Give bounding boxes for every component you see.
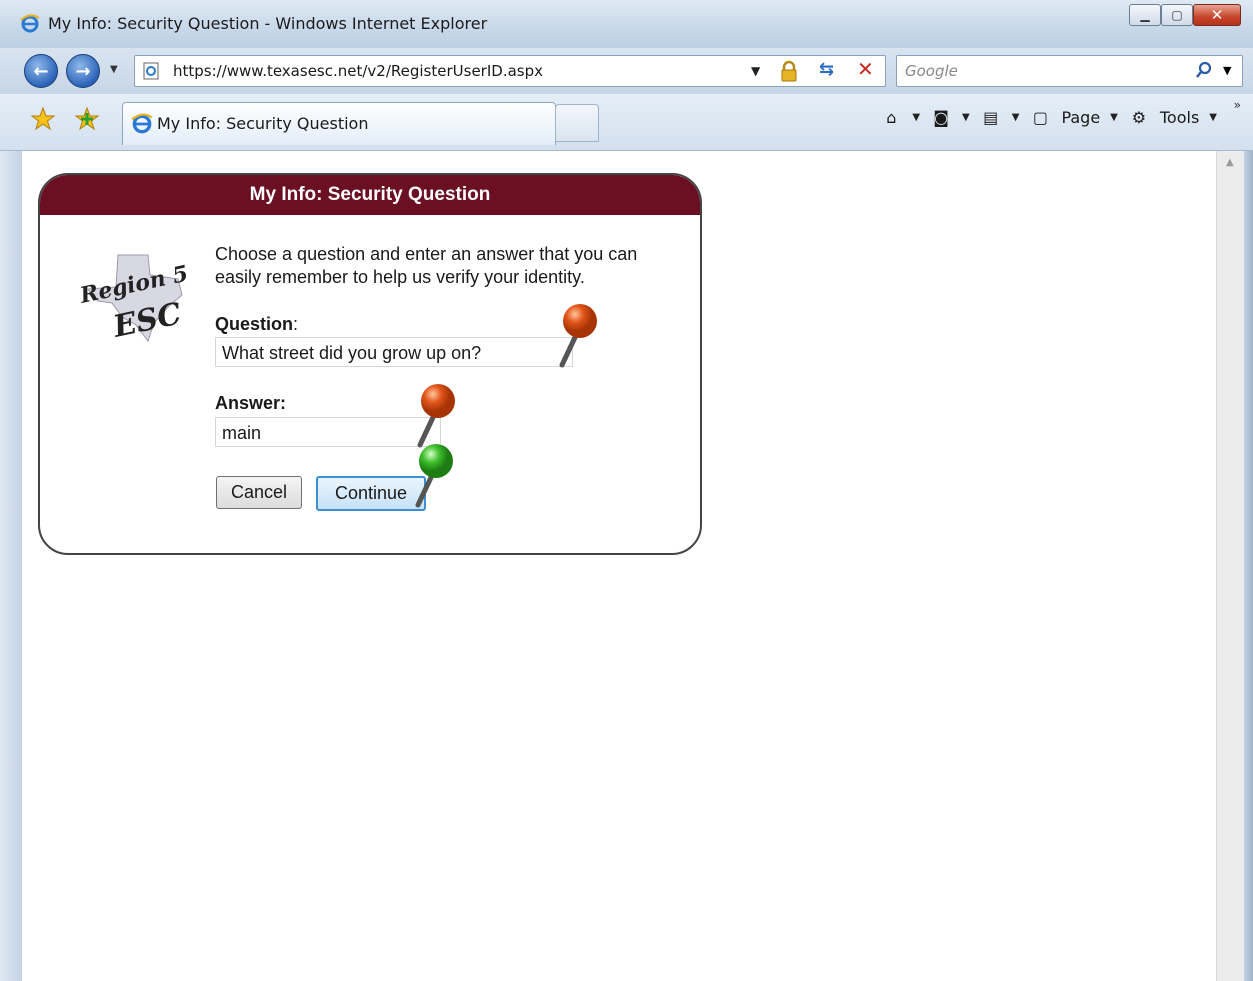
vertical-scrollbar[interactable]: ▲: [1216, 151, 1245, 981]
question-select[interactable]: What street did you grow up on?: [215, 337, 573, 367]
page-icon: [143, 62, 159, 80]
close-icon[interactable]: ✕: [1193, 4, 1241, 26]
region5-esc-logo: Region 5 ESC: [78, 254, 191, 345]
answer-label: Answer:: [215, 393, 287, 413]
feeds-icon[interactable]: ◙: [930, 106, 952, 128]
ie-icon: [131, 113, 153, 134]
scroll-up-icon[interactable]: ▲: [1226, 157, 1234, 168]
intro-text: Choose a question and enter an answer th…: [215, 244, 638, 287]
orange-pin-icon: [559, 304, 597, 368]
tools-menu[interactable]: Tools: [1160, 108, 1199, 127]
search-box[interactable]: Google ▼: [896, 55, 1243, 87]
lock-icon[interactable]: [778, 60, 800, 82]
home-dropdown-icon[interactable]: ▼: [912, 112, 920, 123]
page-dropdown-icon[interactable]: ▼: [1110, 112, 1118, 123]
cancel-button[interactable]: Cancel: [216, 476, 302, 509]
maximize-icon[interactable]: ▢: [1161, 4, 1193, 26]
page-menu-icon: ▢: [1032, 107, 1048, 127]
new-tab-button[interactable]: [555, 104, 599, 142]
print-icon[interactable]: ▤: [980, 106, 1002, 128]
question-label: Question: [215, 314, 294, 334]
green-pin-icon: [415, 444, 453, 508]
print-dropdown-icon[interactable]: ▼: [1012, 112, 1020, 123]
card-title: My Info: Security Question: [40, 175, 700, 215]
page-menu[interactable]: Page: [1061, 108, 1100, 127]
search-icon[interactable]: [1195, 61, 1213, 79]
window-title: My Info: Security Question - Windows Int…: [48, 14, 488, 33]
window-controls: ▁ ▢ ✕: [1129, 4, 1241, 26]
ie-icon: [20, 14, 40, 33]
tab-row: My Info: Security Question ⌂ ▼ ◙ ▼ ▤ ▼ ▢…: [0, 94, 1253, 151]
question-label-group: Question:: [215, 314, 298, 335]
security-question-card: My Info: Security Question Region 5 ESC …: [38, 173, 702, 555]
tools-dropdown-icon[interactable]: ▼: [1209, 112, 1217, 123]
tab-label: My Info: Security Question: [157, 114, 369, 133]
feeds-dropdown-icon[interactable]: ▼: [962, 112, 970, 123]
tab-security-question[interactable]: My Info: Security Question: [122, 102, 556, 145]
answer-input[interactable]: main: [215, 417, 441, 447]
chevron-more-icon[interactable]: »: [1234, 98, 1241, 112]
forward-button[interactable]: →: [66, 54, 100, 88]
command-bar: ⌂ ▼ ◙ ▼ ▤ ▼ ▢ Page ▼ ⚙ Tools ▼: [880, 106, 1217, 128]
continue-button[interactable]: Continue: [316, 476, 426, 511]
window-frame-left: [0, 151, 23, 981]
history-dropdown-icon[interactable]: ▼: [110, 64, 118, 75]
refresh-icon[interactable]: ⇆: [819, 59, 843, 83]
address-bar[interactable]: https://www.texasesc.net/v2/RegisterUser…: [134, 55, 886, 87]
url-text[interactable]: https://www.texasesc.net/v2/RegisterUser…: [173, 62, 543, 80]
window-frame-right: [1244, 151, 1253, 981]
stop-icon[interactable]: ✕: [857, 57, 874, 81]
tools-gear-icon: ⚙: [1131, 107, 1147, 127]
add-favorites-icon[interactable]: [74, 106, 100, 132]
home-icon[interactable]: ⌂: [880, 106, 902, 128]
search-placeholder: Google: [905, 62, 958, 80]
title-bar: My Info: Security Question - Windows Int…: [0, 0, 1253, 49]
minimize-icon[interactable]: ▁: [1129, 4, 1161, 26]
address-row: ← → ▼ https://www.texasesc.net/v2/Regist…: [0, 48, 1253, 94]
question-colon: :: [293, 314, 299, 334]
favorites-star-icon[interactable]: [30, 106, 56, 132]
page-viewport: My Info: Security Question Region 5 ESC …: [22, 151, 1216, 981]
back-button[interactable]: ←: [24, 54, 58, 88]
address-dropdown-icon[interactable]: ▼: [751, 64, 760, 78]
search-dropdown-icon[interactable]: ▼: [1223, 64, 1231, 77]
